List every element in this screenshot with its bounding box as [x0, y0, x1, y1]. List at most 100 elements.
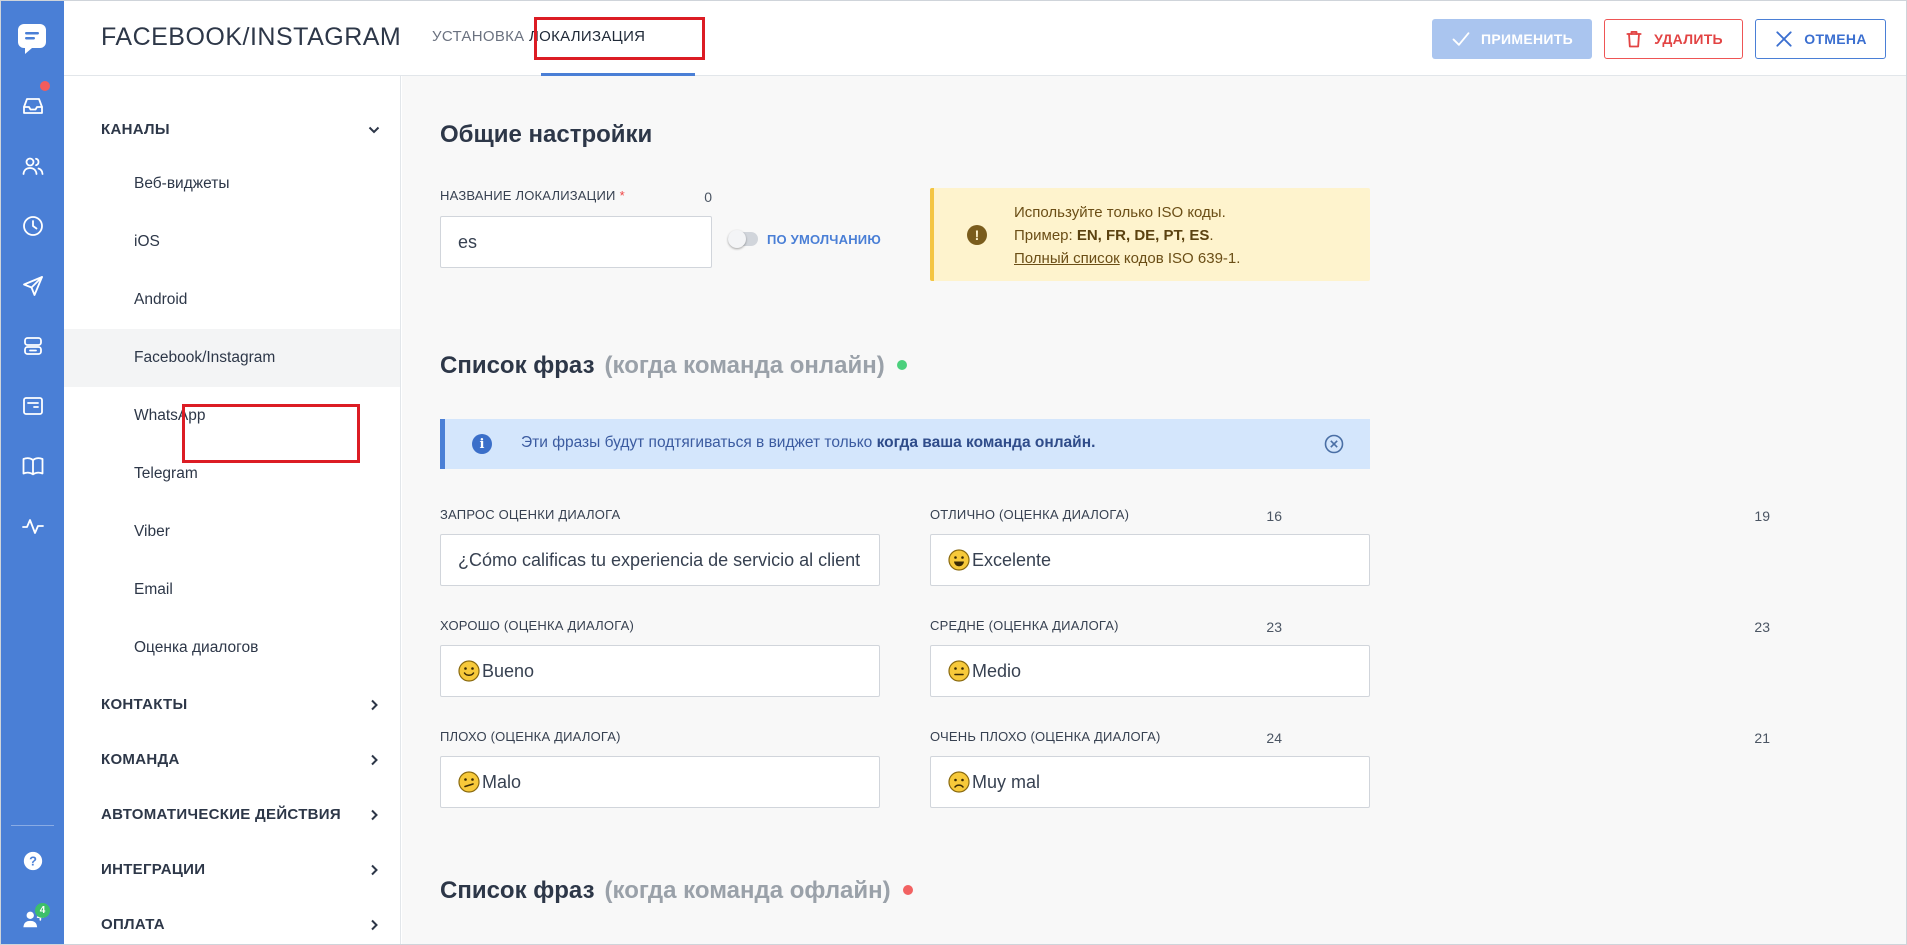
chat-logo-icon[interactable]: [15, 21, 49, 55]
warning-line-1: Используйте только ISO коды.: [1014, 204, 1226, 221]
chevron-down-icon: [368, 126, 380, 134]
default-toggle-label[interactable]: ПО УМОЛЧАНИЮ: [767, 232, 881, 247]
settings-sidebar: КАНАЛЫ Веб-виджеты iOS Android Facebook/…: [64, 76, 401, 944]
average-label: СРЕДНЕ (ОЦЕНКА ДИАЛОГА): [930, 618, 1119, 633]
sidebar-item-viber[interactable]: Viber: [64, 503, 400, 561]
close-icon: [1776, 31, 1792, 47]
trash-icon: [1626, 31, 1642, 48]
svg-text:?: ?: [29, 854, 37, 869]
good-label: ХОРОШО (ОЦЕНКА ДИАЛОГА): [440, 618, 634, 633]
bad-label: ПЛОХО (ОЦЕНКА ДИАЛОГА): [440, 729, 621, 744]
very-bad-input[interactable]: Muy mal: [930, 756, 1370, 808]
cancel-label: ОТМЕНА: [1804, 31, 1867, 47]
default-toggle[interactable]: [728, 230, 758, 248]
bad-value: Malo: [482, 771, 522, 792]
section-channels-label: КАНАЛЫ: [101, 121, 170, 138]
excellent-counter: 19: [1754, 508, 1770, 524]
activity-icon[interactable]: [1, 504, 64, 548]
warning-line-3-suffix: кодов ISO 639-1.: [1119, 250, 1241, 267]
warning-line-3: Полный список кодов ISO 639-1.: [1014, 247, 1240, 270]
section-automation[interactable]: АВТОМАТИЧЕСКИЕ ДЕЙСТВИЯ: [101, 806, 391, 823]
bad-input[interactable]: Malo: [440, 756, 880, 808]
sidebar-item-email[interactable]: Email: [64, 561, 400, 619]
online-heading-muted: (когда команда онлайн): [604, 352, 885, 379]
chevron-right-icon: [371, 809, 378, 821]
excellent-label: ОТЛИЧНО (ОЦЕНКА ДИАЛОГА): [930, 507, 1130, 522]
online-phrases-heading: Список фраз (когда команда онлайн): [440, 352, 907, 380]
contacts-icon[interactable]: [1, 144, 64, 188]
info-prefix: Эти фразы будут подтягиваться в виджет т…: [521, 434, 877, 451]
section-channels[interactable]: КАНАЛЫ: [101, 121, 391, 138]
history-icon[interactable]: [1, 204, 64, 248]
chevron-right-icon: [371, 919, 378, 931]
inbox-icon[interactable]: [1, 84, 64, 128]
full-list-link[interactable]: Полный список: [1014, 250, 1120, 267]
user-icon[interactable]: [1, 897, 64, 941]
help-icon[interactable]: ?: [1, 839, 64, 883]
neutral-emoji-icon: [948, 660, 970, 682]
good-input[interactable]: Bueno: [440, 645, 880, 697]
general-settings-heading: Общие настройки: [440, 121, 653, 148]
sidebar-item-dialog-rating[interactable]: Оценка диалогов: [64, 619, 400, 677]
localization-name-input[interactable]: es: [440, 216, 712, 268]
section-contacts[interactable]: КОНТАКТЫ: [101, 696, 391, 713]
rating-request-label: ЗАПРОС ОЦЕНКИ ДИАЛОГА: [440, 507, 621, 522]
average-value: Medio: [972, 660, 1022, 681]
close-circle-icon[interactable]: [1323, 433, 1345, 455]
very-bad-value: Muy mal: [972, 771, 1041, 792]
online-heading-text: Список фраз: [440, 352, 595, 379]
offline-status-dot: [902, 884, 913, 895]
iso-warning-text: Используйте только ISO коды. Пример: EN,…: [1014, 201, 1240, 270]
warning-example-codes: EN, FR, DE, PT, ES: [1076, 227, 1210, 244]
online-info-banner: i Эти фразы будут подтягиваться в виджет…: [440, 419, 1370, 469]
info-bold: когда ваша команда онлайн.: [876, 434, 1096, 451]
very-bad-counter: 21: [1754, 730, 1770, 746]
section-billing-label: ОПЛАТА: [101, 916, 165, 933]
info-icon: i: [472, 434, 492, 454]
localization-name-text: НАЗВАНИЕ ЛОКАЛИЗАЦИИ: [440, 188, 616, 203]
section-team-label: КОМАНДА: [101, 751, 180, 768]
online-status-dot: [896, 359, 907, 370]
section-integrations[interactable]: ИНТЕГРАЦИИ: [101, 861, 391, 878]
book-icon[interactable]: [1, 444, 64, 488]
sidebar-item-web-widgets[interactable]: Веб-виджеты: [64, 155, 400, 213]
delete-button[interactable]: УДАЛИТЬ: [1604, 19, 1743, 59]
sad-emoji-icon: [948, 771, 970, 793]
tab-setup[interactable]: УСТАНОВКА: [432, 28, 524, 45]
localization-name-value: es: [458, 231, 478, 252]
apply-button[interactable]: ПРИМЕНИТЬ: [1432, 19, 1592, 59]
rating-request-input[interactable]: ¿Cómo calificas tu experiencia de servic…: [440, 534, 880, 586]
check-icon: [1452, 32, 1470, 46]
bad-counter: 24: [1266, 730, 1282, 746]
warning-example-suffix: .: [1209, 227, 1214, 244]
section-billing[interactable]: ОПЛАТА: [101, 916, 391, 933]
rail-divider: [11, 825, 54, 826]
delete-label: УДАЛИТЬ: [1654, 31, 1723, 47]
sidebar-item-ios[interactable]: iOS: [64, 213, 400, 271]
localization-name-counter: 0: [704, 189, 712, 205]
cancel-button[interactable]: ОТМЕНА: [1755, 19, 1886, 59]
warning-line-2: Пример: EN, FR, DE, PT, ES.: [1014, 224, 1240, 247]
average-input[interactable]: Medio: [930, 645, 1370, 697]
icon-rail: ? 4: [1, 1, 64, 944]
section-integrations-label: ИНТЕГРАЦИИ: [101, 861, 206, 878]
database-icon[interactable]: [1, 324, 64, 368]
iso-warning: ! Используйте только ISO коды. Пример: E…: [930, 188, 1370, 281]
localization-name-label: НАЗВАНИЕ ЛОКАЛИЗАЦИИ *: [440, 188, 625, 203]
very-bad-label: ОЧЕНЬ ПЛОХО (ОЦЕНКА ДИАЛОГА): [930, 729, 1161, 744]
rating-request-value: ¿Cómo calificas tu experiencia de servic…: [458, 549, 861, 570]
sidebar-item-facebook-instagram[interactable]: Facebook/Instagram: [64, 329, 400, 387]
app-window: ? 4 FACEBOOK/INSTAGRAM УСТАНОВКА ЛОКАЛИЗ…: [0, 0, 1907, 945]
section-team[interactable]: КОМАНДА: [101, 751, 391, 768]
user-badge: 4: [35, 903, 50, 918]
offline-phrases-heading: Список фраз (когда команда офлайн): [440, 877, 913, 905]
rating-request-counter: 16: [1266, 508, 1282, 524]
grin-emoji-icon: [948, 549, 970, 571]
send-icon[interactable]: [1, 264, 64, 308]
excellent-input[interactable]: Excelente: [930, 534, 1370, 586]
top-bar: FACEBOOK/INSTAGRAM УСТАНОВКА ЛОКАЛИЗАЦИЯ…: [64, 1, 1906, 76]
warning-example-prefix: Пример:: [1014, 227, 1077, 244]
widget-icon[interactable]: [1, 384, 64, 428]
online-info-text: Эти фразы будут подтягиваться в виджет т…: [521, 434, 1095, 452]
sidebar-item-android[interactable]: Android: [64, 271, 400, 329]
